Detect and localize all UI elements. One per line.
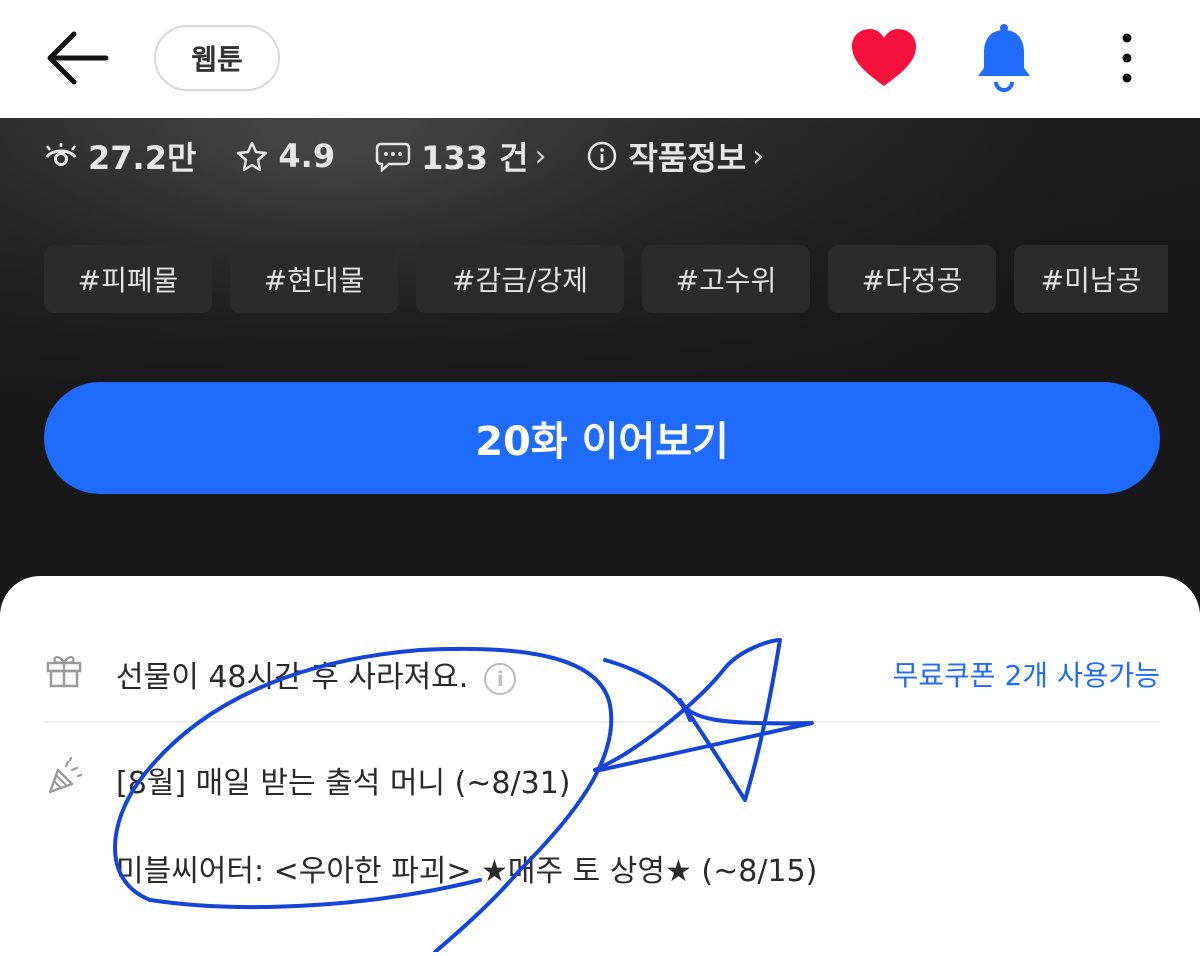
tag-chip[interactable]: #고수위 <box>642 245 810 313</box>
views-count: 27.2만 <box>88 139 197 177</box>
top-bar: 웹툰 <box>0 0 1200 118</box>
comments-stat[interactable]: 133 건 › <box>375 133 546 179</box>
tag-chip[interactable]: #피폐물 <box>44 245 212 313</box>
continue-reading-button[interactable]: 20화 이어보기 <box>44 382 1160 494</box>
bell-icon[interactable] <box>972 22 1036 94</box>
tag-chip[interactable]: #미남공 <box>1014 245 1168 313</box>
stats-row: 27.2만 4.9 133 건 › 작품정보 › <box>44 134 804 178</box>
chevron-right-icon: › <box>534 138 547 174</box>
event-row[interactable]: [8월] 매일 받는 출석 머니 (~8/31) <box>0 744 1200 808</box>
free-coupon-link[interactable]: 무료쿠폰 2개 사용가능 <box>893 654 1160 694</box>
more-vertical-icon[interactable] <box>1110 30 1144 86</box>
cover-shade <box>0 118 1200 608</box>
heart-icon[interactable] <box>848 26 920 90</box>
event-row[interactable]: 미블씨어터: <우아한 파괴> ★매주 토 상영★ (~8/15) <box>0 832 1200 896</box>
info-icon[interactable]: i <box>484 662 517 695</box>
chevron-right-icon: › <box>752 138 765 174</box>
tag-chip[interactable]: #현대물 <box>230 245 398 313</box>
tag-list: #피폐물 #현대물 #감금/강제 #고수위 #다정공 #미남공 <box>44 245 1168 313</box>
rating-value: 4.9 <box>278 137 336 175</box>
rating-stat: 4.9 <box>236 137 335 175</box>
comments-count: 133 건 <box>421 139 529 177</box>
info-stat[interactable]: 작품정보 › <box>586 133 764 179</box>
gift-icon <box>46 656 82 688</box>
tag-chip[interactable]: #감금/강제 <box>416 245 624 313</box>
category-pill[interactable]: 웹툰 <box>154 25 280 91</box>
cover-background <box>0 118 1200 608</box>
eye-icon <box>45 143 77 166</box>
event-text: 미블씨어터: <우아한 파괴> ★매주 토 상영★ (~8/15) <box>116 854 818 889</box>
back-arrow-icon[interactable] <box>40 26 112 90</box>
party-popper-icon <box>48 756 83 794</box>
divider <box>44 721 1160 723</box>
star-icon <box>237 141 268 172</box>
event-text: [8월] 매일 받는 출석 머니 (~8/31) <box>116 766 571 801</box>
info-icon <box>588 141 617 171</box>
views-stat: 27.2만 <box>44 133 196 179</box>
gift-notice-row[interactable]: 선물이 48시간 후 사라져요. i 무료쿠폰 2개 사용가능 <box>0 638 1200 702</box>
info-label: 작품정보 <box>628 139 747 177</box>
comment-bubble-icon <box>375 142 411 172</box>
gift-notice-label: 선물이 48시간 후 사라져요. <box>116 660 469 695</box>
tag-chip[interactable]: #다정공 <box>828 245 996 313</box>
notice-sheet: 선물이 48시간 후 사라져요. i 무료쿠폰 2개 사용가능 [8월] 매일 받… <box>0 576 1200 956</box>
gift-notice-text: 선물이 48시간 후 사라져요. i <box>116 652 517 696</box>
